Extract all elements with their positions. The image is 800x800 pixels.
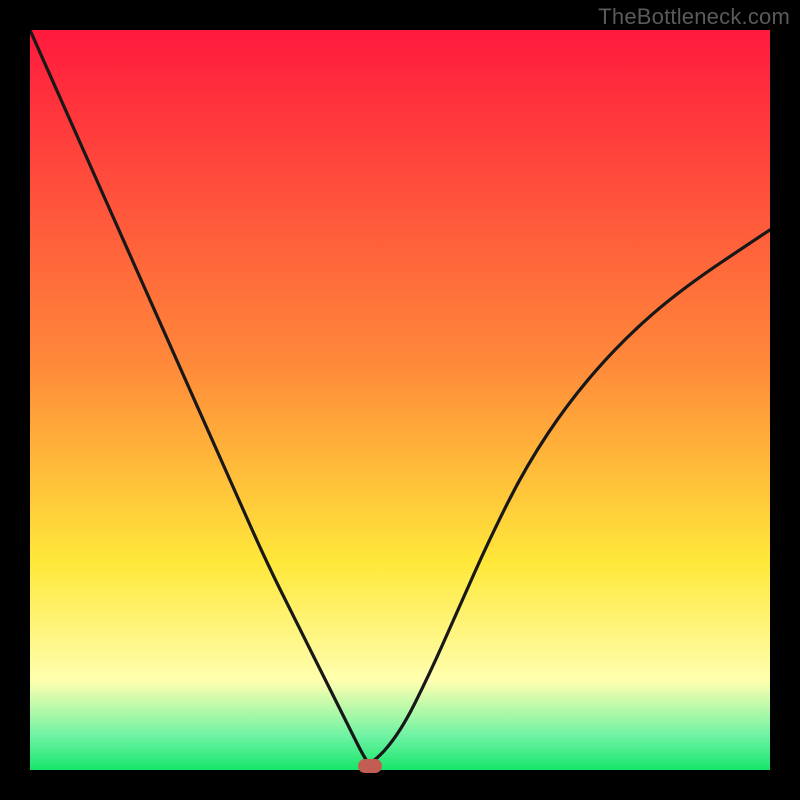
chart-curve — [30, 30, 770, 770]
optimum-marker — [358, 759, 382, 773]
watermark-text: TheBottleneck.com — [598, 4, 790, 30]
chart-frame — [30, 30, 770, 770]
